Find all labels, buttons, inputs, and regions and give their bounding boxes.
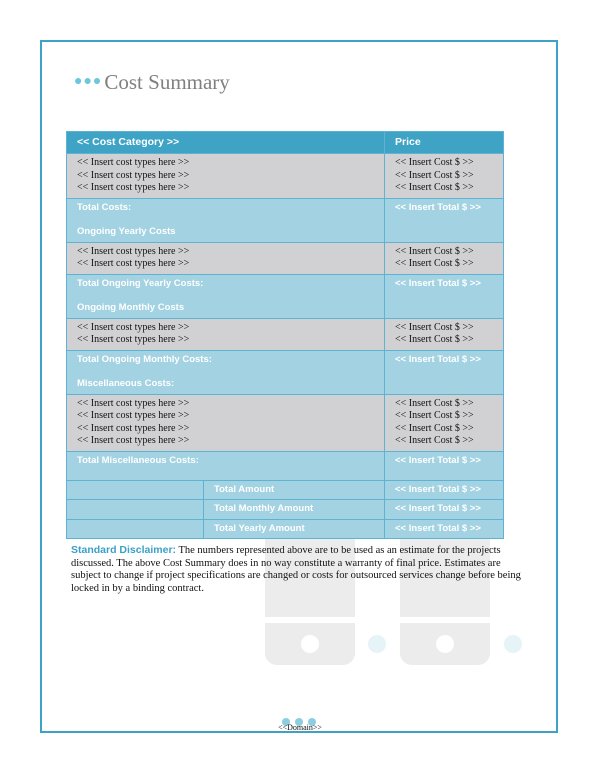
cost-value-item: << Insert Cost $ >> — [395, 321, 474, 333]
total-label-cell: Total Ongoing Monthly Costs: Miscellaneou… — [66, 349, 385, 395]
table-row: << Insert cost types here >> << Insert co… — [66, 317, 504, 351]
document-page: ●●●Cost Summary << Cost Category >> Pric… — [0, 0, 600, 776]
summary-label: Total Monthly Amount — [203, 499, 385, 520]
disclaimer-label: Standard Disclaimer: — [71, 544, 177, 556]
cost-type-item: << Insert cost types here >> — [77, 397, 190, 409]
empty-cell — [66, 479, 204, 500]
summary-row: Total Monthly Amount << Insert Total $ >> — [66, 499, 504, 520]
costs-cell: << Insert Cost $ >> << Insert Cost $ >> — [384, 241, 504, 275]
summary-value: << Insert Total $ >> — [384, 518, 504, 539]
cost-value-item: << Insert Cost $ >> — [395, 397, 474, 409]
cost-type-item: << Insert cost types here >> — [77, 410, 190, 421]
total-value: << Insert Total $ >> — [384, 197, 504, 243]
cost-type-item: << Insert cost types here >> — [77, 321, 190, 333]
cost-type-item: << Insert cost types here >> — [77, 182, 190, 193]
cost-type-item: << Insert cost types here >> — [77, 258, 190, 269]
summary-label: Total Yearly Amount — [203, 518, 385, 539]
total-label: Total Miscellaneous Costs: — [77, 454, 199, 466]
cost-types-cell: << Insert cost types here >> << Insert co… — [66, 393, 385, 452]
costs-cell: << Insert Cost $ >> << Insert Cost $ >> — [384, 317, 504, 351]
cost-value-item: << Insert Cost $ >> — [395, 182, 474, 193]
header-category: << Cost Category >> — [66, 131, 385, 154]
cost-types-cell: << Insert cost types here >> << Insert co… — [66, 317, 385, 351]
section-heading: Miscellaneous Costs: — [77, 378, 175, 389]
dots-icon: ●●● — [74, 74, 103, 89]
cost-value-item: << Insert Cost $ >> — [395, 245, 474, 257]
cost-types-cell: << Insert cost types here >> << Insert co… — [66, 241, 385, 275]
total-label-cell: Total Costs: Ongoing Yearly Costs — [66, 197, 385, 243]
cost-value-item: << Insert Cost $ >> — [395, 169, 474, 181]
page-title: ●●●Cost Summary — [74, 70, 230, 95]
footer-domain: <<Domain>> — [278, 723, 322, 732]
total-value: << Insert Total $ >> — [384, 450, 504, 481]
total-label-cell: Total Miscellaneous Costs: — [66, 450, 385, 481]
total-value: << Insert Total $ >> — [384, 273, 504, 319]
cost-value-item: << Insert Cost $ >> — [395, 410, 474, 421]
cost-types-cell: << Insert cost types here >> << Insert co… — [66, 153, 385, 199]
total-label-cell: Total Ongoing Yearly Costs: Ongoing Month… — [66, 273, 385, 319]
cost-value-item: << Insert Cost $ >> — [395, 422, 474, 434]
costs-cell: << Insert Cost $ >> << Insert Cost $ >> <<… — [384, 153, 504, 199]
cost-type-item: << Insert cost types here >> — [77, 334, 190, 345]
cost-type-item: << Insert cost types here >> — [77, 169, 190, 181]
costs-cell: << Insert Cost $ >> << Insert Cost $ >> <<… — [384, 393, 504, 452]
total-value: << Insert Total $ >> — [384, 349, 504, 395]
empty-cell — [66, 499, 204, 520]
table-row-total: Total Miscellaneous Costs: << Insert Tota… — [66, 450, 504, 481]
summary-value: << Insert Total $ >> — [384, 479, 504, 500]
cost-type-item: << Insert cost types here >> — [77, 157, 190, 168]
header-price: Price — [384, 131, 504, 154]
watermark-circle-icon — [301, 635, 319, 653]
summary-row: Total Amount << Insert Total $ >> — [66, 479, 504, 500]
empty-cell — [66, 518, 204, 539]
cost-type-item: << Insert cost types here >> — [77, 422, 190, 434]
section-heading: Ongoing Monthly Costs — [77, 302, 185, 313]
watermark-circle-icon — [368, 635, 386, 653]
cost-value-item: << Insert Cost $ >> — [395, 258, 474, 269]
summary-label: Total Amount — [203, 479, 385, 500]
table-header: << Cost Category >> Price — [66, 131, 504, 154]
total-label: Total Costs: — [77, 201, 132, 213]
table-row-total: Total Ongoing Yearly Costs: Ongoing Month… — [66, 273, 504, 319]
table-row: << Insert cost types here >> << Insert co… — [66, 393, 504, 452]
cost-value-item: << Insert Cost $ >> — [395, 157, 474, 168]
total-label: Total Ongoing Monthly Costs: — [77, 353, 212, 365]
watermark-circle-icon — [436, 635, 454, 653]
table-row: << Insert cost types here >> << Insert co… — [66, 241, 504, 275]
table-row: << Insert cost types here >> << Insert co… — [66, 153, 504, 199]
cost-type-item: << Insert cost types here >> — [77, 245, 190, 257]
cost-table: << Cost Category >> Price << Insert cost… — [66, 131, 504, 539]
table-row-total: Total Ongoing Monthly Costs: Miscellaneou… — [66, 349, 504, 395]
summary-row: Total Yearly Amount << Insert Total $ >> — [66, 518, 504, 539]
watermark-circle-icon — [504, 635, 522, 653]
summary-value: << Insert Total $ >> — [384, 499, 504, 520]
total-label: Total Ongoing Yearly Costs: — [77, 277, 204, 289]
cost-value-item: << Insert Cost $ >> — [395, 435, 474, 446]
cost-value-item: << Insert Cost $ >> — [395, 334, 474, 345]
disclaimer: Standard Disclaimer: The numbers represe… — [71, 544, 531, 595]
section-heading: Ongoing Yearly Costs — [77, 226, 176, 237]
cost-type-item: << Insert cost types here >> — [77, 435, 190, 446]
table-row-total: Total Costs: Ongoing Yearly Costs << Inser… — [66, 197, 504, 243]
page-title-text: Cost Summary — [104, 70, 230, 94]
